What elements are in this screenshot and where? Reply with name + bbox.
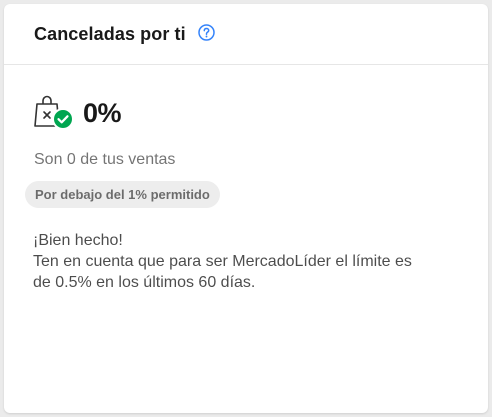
shopping-bag-cancel-check-icon [33, 95, 77, 131]
card-title: Canceladas por ti [34, 23, 186, 44]
metric-value: 0% [83, 97, 122, 128]
message-line: de 0.5% en los últimos 60 días. [33, 274, 256, 291]
status-badge: Por debajo del 1% permitido [25, 181, 220, 208]
metric-row: 0% [33, 93, 488, 133]
question-circle-icon[interactable] [198, 23, 215, 41]
card-header: Canceladas por ti [4, 4, 488, 65]
card-body: 0% Son 0 de tus ventas Por debajo del 1%… [4, 65, 488, 293]
message-line: ¡Bien hecho! [33, 232, 123, 249]
message-line: Ten en cuenta que para ser MercadoLíder … [33, 253, 412, 270]
canceled-by-you-card: Canceladas por ti 0% Son 0 de tus ventas… [4, 4, 488, 413]
sales-count-text: Son 0 de tus ventas [34, 151, 176, 168]
info-message: ¡Bien hecho! Ten en cuenta que para ser … [33, 230, 463, 293]
